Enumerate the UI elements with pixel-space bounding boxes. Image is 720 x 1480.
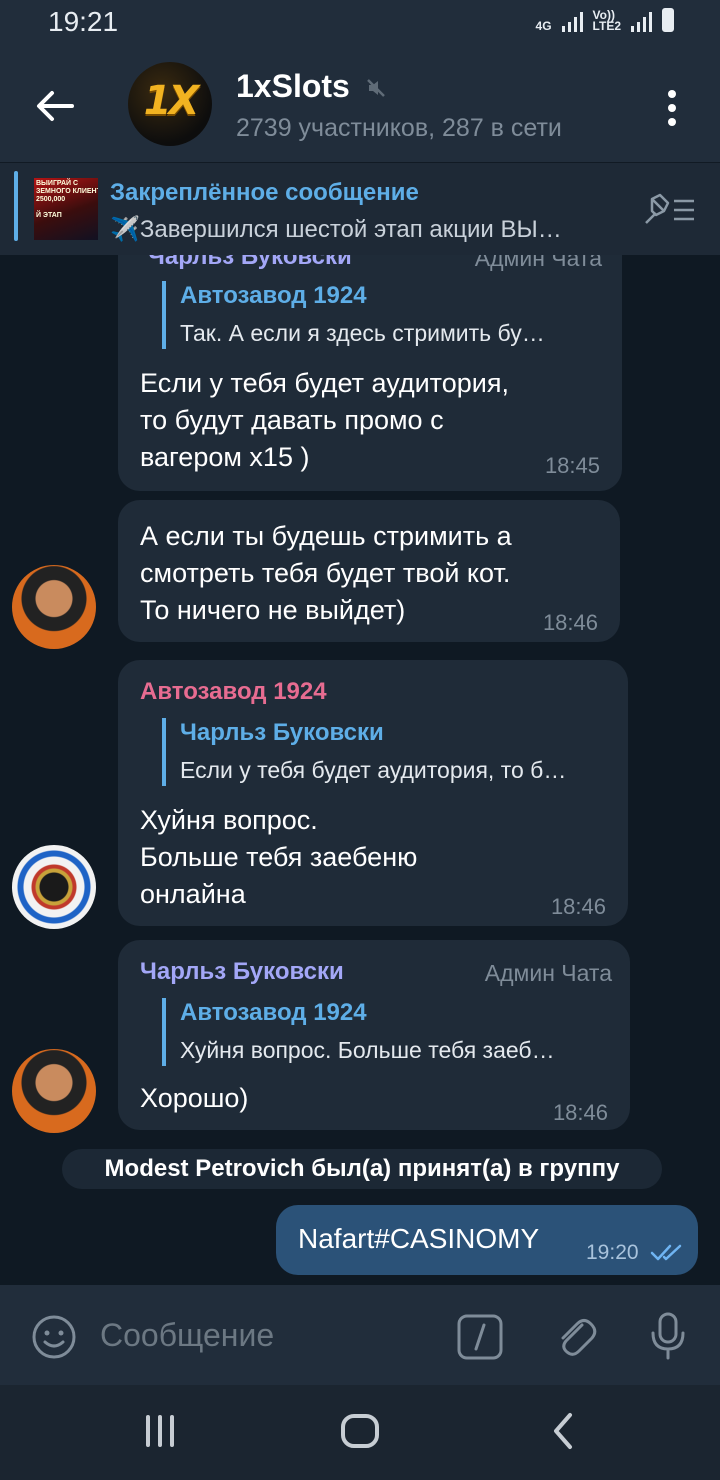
- message-time: 18:46: [552, 1100, 608, 1125]
- message-list[interactable]: Чарльз Буковски Админ Чата Автозавод 192…: [0, 255, 720, 1285]
- arrow-left-icon: [37, 91, 74, 121]
- admin-badge: Админ Чата: [484, 960, 612, 986]
- message-bubble[interactable]: Чарльз Буковски Админ Чата Автозавод 192…: [118, 255, 622, 491]
- network-4g-label: 4G: [535, 19, 552, 33]
- message-text: Если у тебя будет аудитория, то будут да…: [140, 368, 509, 472]
- reply-sender: Автозавод 1924: [180, 999, 367, 1026]
- chat-header: 1X 1xSlots 2739 участников, 287 в сети: [0, 48, 720, 162]
- message-text: Хуйня вопрос. Больше тебя заебеню онлайн…: [140, 805, 418, 909]
- message-composer: Сообщение: [0, 1285, 720, 1385]
- message-bubble[interactable]: Автозавод 1924 Чарльз Буковски Если у те…: [118, 660, 628, 926]
- message-text: Хорошо): [140, 1083, 249, 1113]
- pinned-indicator: [14, 171, 18, 241]
- message-time: 18:45: [544, 453, 600, 478]
- reply-preview[interactable]: Автозавод 1924 Хуйня вопрос. Больше тебя…: [162, 998, 632, 1066]
- status-time: 19:21: [48, 6, 119, 37]
- pinned-message-bar[interactable]: ВЫИГРАЙ С ЗЕМНОГО КЛИЕНТА 2500,000 Й ЭТА…: [0, 162, 720, 255]
- message-bubble[interactable]: Чарльз Буковски Админ Чата Автозавод 192…: [118, 940, 630, 1130]
- chat-title[interactable]: 1xSlots: [236, 68, 350, 105]
- message-bubble[interactable]: А если ты будешь стримить а смотреть теб…: [118, 500, 620, 642]
- message-text: Nafart#CASINOMY: [298, 1223, 540, 1254]
- signal-2-icon: [631, 12, 652, 32]
- message-input[interactable]: Сообщение: [100, 1317, 274, 1354]
- pinned-list-icon[interactable]: [642, 193, 698, 227]
- channel-avatar[interactable]: 1X: [128, 62, 212, 146]
- message-time: 19:20: [586, 1241, 639, 1264]
- reply-text: Так. А если я здесь стримить бу…: [180, 320, 545, 346]
- message-sender: Автозавод 1924: [140, 678, 327, 705]
- message-time: 18:46: [550, 894, 606, 919]
- message-text: А если ты будешь стримить а смотреть теб…: [140, 521, 512, 625]
- channel-logo-text: 1X: [143, 78, 200, 124]
- pinned-thumbnail-text: ВЫИГРАЙ С ЗЕМНОГО КЛИЕНТА 2500,000 Й ЭТА…: [36, 180, 98, 219]
- admin-badge: Админ Чата: [474, 255, 602, 271]
- message-sender: Чарльз Буковски: [140, 958, 344, 985]
- reply-text: Хуйня вопрос. Больше тебя заеб…: [180, 1037, 555, 1063]
- attach-icon[interactable]: [552, 1313, 600, 1361]
- bot-commands-icon[interactable]: [456, 1313, 504, 1361]
- reply-sender: Чарльз Буковски: [180, 719, 384, 746]
- service-message: Modest Petrovich был(а) принят(а) в груп…: [62, 1149, 662, 1189]
- microphone-icon[interactable]: [648, 1311, 688, 1361]
- sender-avatar[interactable]: [12, 565, 96, 649]
- emoji-icon[interactable]: [30, 1313, 78, 1361]
- pinned-title: Закреплённое сообщение: [110, 179, 419, 206]
- home-icon[interactable]: [340, 1411, 380, 1451]
- reply-preview[interactable]: Чарльз Буковски Если у тебя будет аудито…: [162, 718, 630, 786]
- battery-icon: [662, 8, 674, 32]
- outgoing-message-bubble[interactable]: Nafart#CASINOMY 19:20: [276, 1205, 698, 1275]
- system-navigation-bar: [0, 1385, 720, 1480]
- reply-preview[interactable]: Автозавод 1924 Так. А если я здесь стрим…: [162, 281, 620, 349]
- recent-apps-icon[interactable]: [140, 1411, 180, 1451]
- read-checkmarks-icon: [650, 1244, 682, 1261]
- signal-icon: [561, 12, 583, 32]
- pinned-text: ✈️Завершился шестой этап акции ВЫ…: [110, 216, 562, 243]
- muted-icon: [367, 79, 385, 97]
- reply-sender: Автозавод 1924: [180, 282, 367, 309]
- message-time: 18:46: [542, 610, 598, 635]
- network-lte-label: Vo)) LTE2: [592, 8, 621, 33]
- message-sender: Чарльз Буковски: [148, 255, 352, 270]
- reply-text: Если у тебя будет аудитория, то б…: [180, 757, 567, 783]
- sender-avatar[interactable]: [12, 845, 96, 929]
- chat-subtitle: 2739 участников, 287 в сети: [236, 114, 562, 142]
- back-nav-icon[interactable]: [544, 1411, 584, 1451]
- sender-avatar[interactable]: [12, 1049, 96, 1133]
- pinned-thumbnail: ВЫИГРАЙ С ЗЕМНОГО КЛИЕНТА 2500,000 Й ЭТА…: [34, 178, 98, 240]
- status-bar: 19:21 4G Vo)) LTE2: [0, 0, 720, 48]
- back-button[interactable]: [30, 84, 80, 128]
- more-menu-button[interactable]: [660, 86, 684, 126]
- status-icons: 4G Vo)) LTE2: [536, 8, 674, 32]
